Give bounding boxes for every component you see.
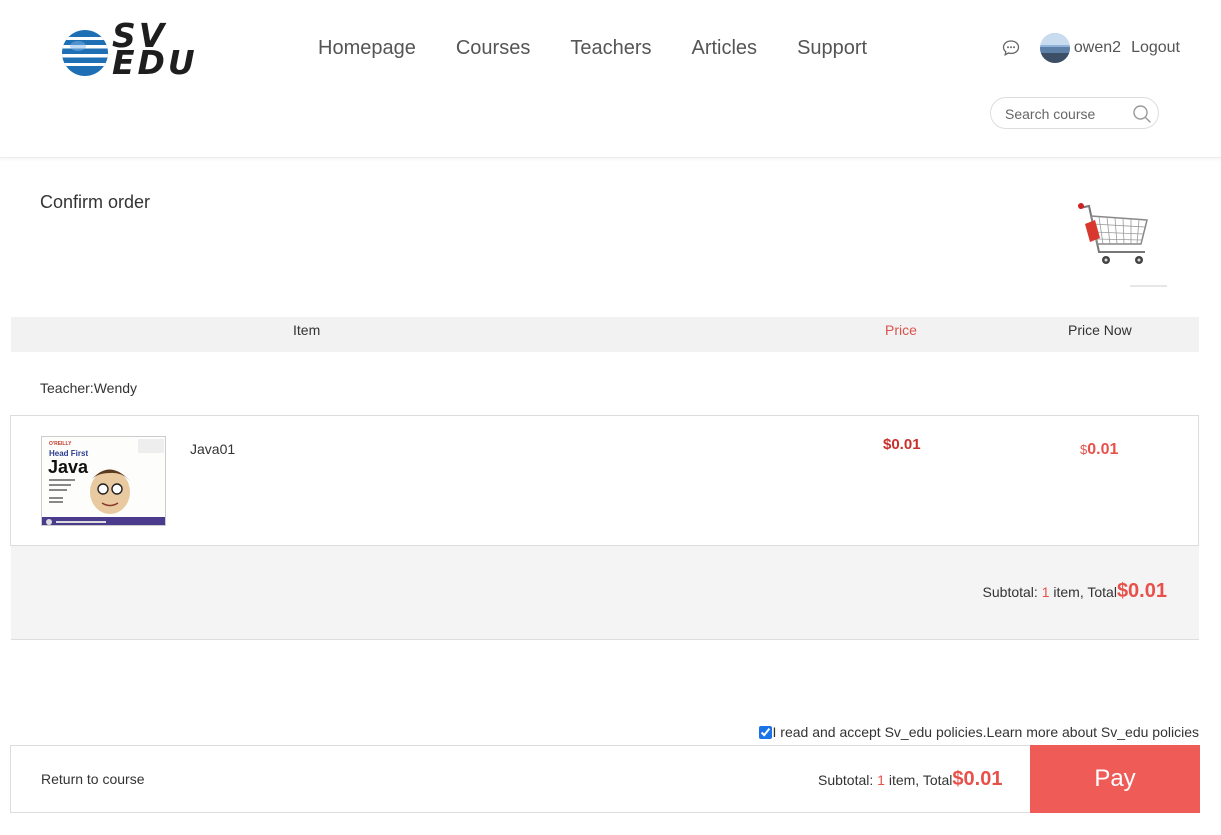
cover-big-title: Java [48, 457, 89, 477]
footer-subtotal-suffix: item, Total [884, 772, 953, 788]
logo-text-edu: EDU [112, 43, 198, 82]
site-header: SV EDU Homepage Courses Teachers Article… [0, 0, 1221, 158]
subtotal-count: 1 [1041, 584, 1050, 600]
search-box [990, 97, 1159, 129]
search-icon[interactable] [1132, 104, 1152, 124]
table-row: O'REILLY Head First Java Java01 $0.01 $0… [10, 415, 1199, 546]
checkout-footer: Return to course Subtotal: 1 item, Total… [10, 745, 1200, 813]
header-price-now: Price Now [1068, 322, 1132, 338]
footer-subtotal: Subtotal: 1 item, Total$0.01 [818, 768, 1002, 791]
subtotal-band: Subtotal: 1 item, Total$0.01 [11, 546, 1199, 640]
order-table-header: Item Price Price Now [11, 317, 1199, 352]
subtotal-summary: Subtotal: 1 item, Total$0.01 [983, 580, 1167, 603]
page-title: Confirm order [40, 192, 151, 212]
subtotal-total: $0.01 [1116, 580, 1167, 602]
header-price: Price [885, 322, 917, 338]
course-name[interactable]: Java01 [190, 441, 235, 457]
username[interactable]: owen2 [1074, 39, 1121, 57]
logout-link[interactable]: Logout [1131, 39, 1180, 57]
teacher-label: Teacher:Wendy [40, 380, 138, 396]
policy-text[interactable]: I read and accept Sv_edu policies.Learn … [773, 724, 1200, 740]
nav-homepage[interactable]: Homepage [318, 36, 416, 60]
footer-subtotal-prefix: Subtotal: [818, 772, 878, 788]
globe-icon [62, 30, 108, 76]
nav-support[interactable]: Support [797, 36, 867, 60]
cover-publisher: O'REILLY [49, 441, 72, 447]
subtotal-prefix: Subtotal: [982, 584, 1042, 600]
search-input[interactable] [1005, 104, 1123, 124]
nav-articles[interactable]: Articles [691, 36, 757, 60]
site-logo[interactable]: SV EDU [60, 19, 210, 84]
course-cover-image[interactable]: O'REILLY Head First Java [41, 436, 166, 526]
price-now-value: 0.01 [1087, 441, 1119, 458]
course-price: $0.01 [883, 436, 921, 453]
user-area: owen2 Logout [1002, 33, 1180, 63]
pay-button[interactable]: Pay [1030, 745, 1200, 813]
footer-subtotal-total: $0.01 [952, 768, 1003, 790]
avatar-image [1039, 33, 1070, 63]
footer-subtotal-count: 1 [877, 772, 885, 788]
policy-checkbox[interactable] [758, 725, 772, 739]
main-nav: Homepage Courses Teachers Articles Suppo… [318, 36, 867, 60]
header-item: Item [293, 322, 321, 338]
return-to-course-link[interactable]: Return to course [41, 771, 145, 787]
nav-teachers[interactable]: Teachers [570, 36, 651, 60]
course-price-now: $0.01 [1080, 441, 1118, 459]
avatar[interactable] [1039, 33, 1070, 63]
message-icon[interactable] [1002, 39, 1020, 57]
subtotal-suffix: item, Total [1049, 584, 1117, 600]
nav-courses[interactable]: Courses [456, 36, 530, 60]
shopping-cart-icon [1078, 203, 1167, 287]
policy-agreement: I read and accept Sv_edu policies.Learn … [758, 724, 1200, 740]
